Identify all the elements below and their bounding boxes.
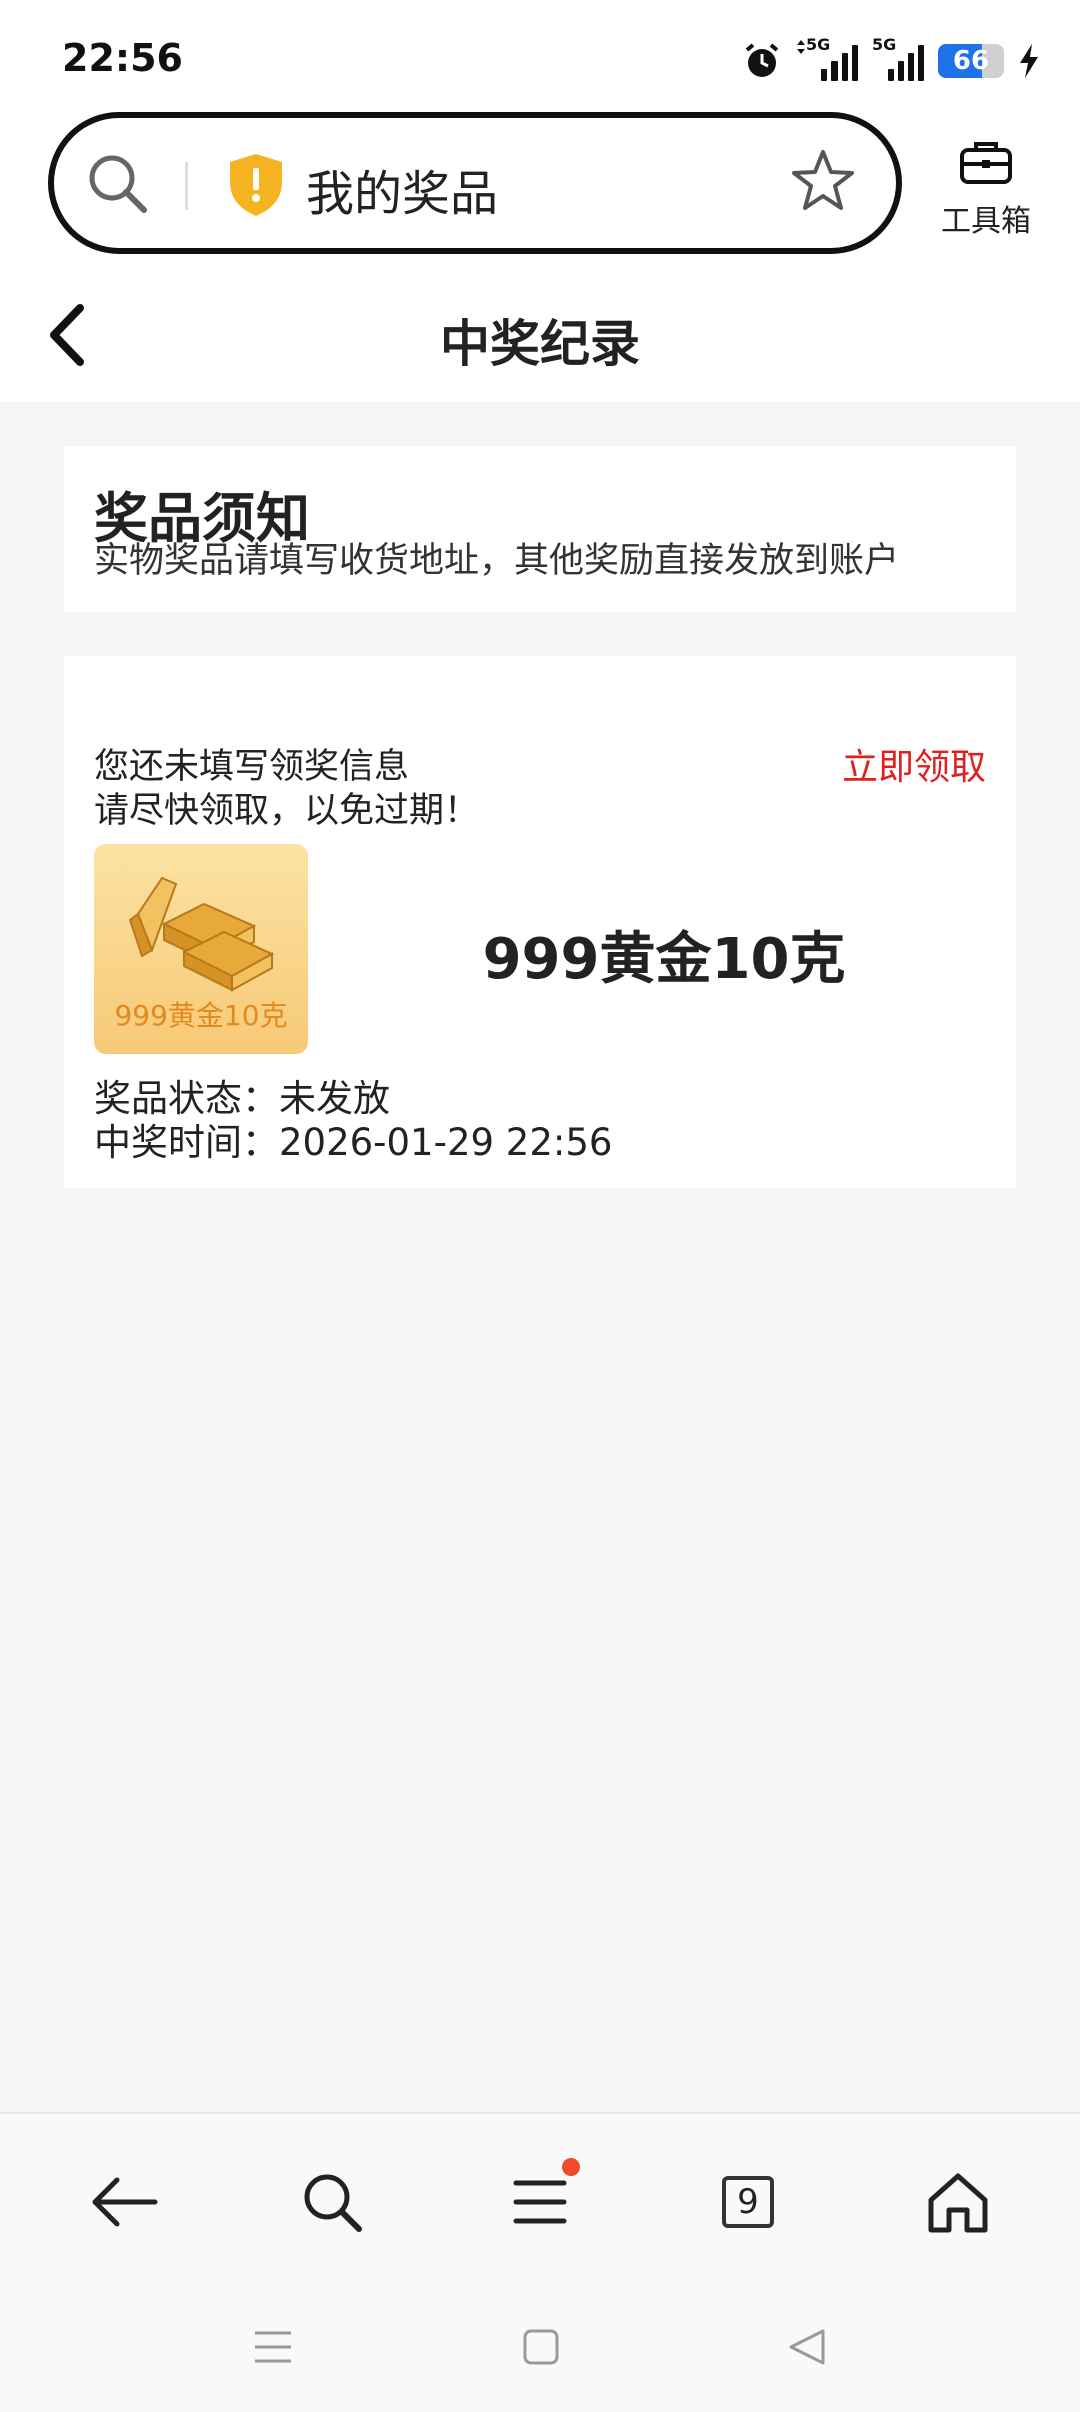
- toolbox-icon[interactable]: [958, 138, 1014, 186]
- prize-name: 999黄金10克: [482, 927, 846, 992]
- nav-home-button[interactable]: [918, 2162, 998, 2242]
- network-label: 5G: [872, 35, 897, 54]
- address-bar[interactable]: 我的奖品: [48, 112, 902, 254]
- notice-card: 奖品须知 实物奖品请填写收货地址，其他奖励直接发放到账户: [64, 446, 1016, 612]
- toolbox-button[interactable]: 工具箱: [930, 138, 1042, 240]
- claim-button[interactable]: 立即领取: [842, 738, 986, 790]
- nav-tabs-button[interactable]: 9: [708, 2162, 788, 2242]
- prize-thumbnail-caption: 999黄金10克: [114, 999, 288, 1032]
- status-time: 22:56: [62, 36, 183, 80]
- shield-warning-icon[interactable]: [226, 152, 286, 218]
- system-home-button[interactable]: [516, 2322, 566, 2372]
- address-title[interactable]: 我的奖品: [306, 154, 498, 224]
- prize-time-value: 2026-01-29 22:56: [279, 1121, 613, 1164]
- signal-icon: 5G: [796, 35, 858, 81]
- search-icon[interactable]: [299, 2169, 365, 2235]
- browser-bottom-nav: 9: [0, 2112, 1080, 2284]
- nav-menu-button[interactable]: [500, 2158, 580, 2242]
- battery-level: 66: [952, 46, 990, 76]
- recents-button[interactable]: [248, 2322, 298, 2372]
- menu-icon[interactable]: [510, 2175, 570, 2229]
- top-area: 22:56 5G 5G 66 我的奖品 工具箱 中奖纪录: [0, 0, 1080, 402]
- star-icon[interactable]: [790, 148, 856, 214]
- tabs-icon[interactable]: 9: [722, 2176, 774, 2228]
- charging-icon: [1020, 44, 1038, 78]
- home-square-icon[interactable]: [521, 2327, 561, 2367]
- back-triangle-icon[interactable]: [787, 2327, 827, 2367]
- search-icon[interactable]: [86, 152, 150, 216]
- toolbox-label: 工具箱: [941, 204, 1031, 239]
- gold-bars-icon: [128, 876, 275, 992]
- back-arrow-icon[interactable]: [89, 2174, 159, 2230]
- recents-icon[interactable]: [253, 2327, 293, 2367]
- status-icons: 5G 5G 66: [742, 35, 1040, 86]
- home-icon[interactable]: [925, 2170, 991, 2234]
- page-title: 中奖纪录: [440, 315, 640, 373]
- prize-message-line2: 请尽快领取，以免过期！: [94, 791, 480, 831]
- network-label: 5G: [806, 35, 831, 54]
- notice-description: 实物奖品请填写收货地址，其他奖励直接发放到账户: [94, 541, 900, 581]
- alarm-icon: [745, 43, 779, 77]
- prize-card: 您还未填写领奖信息 请尽快领取，以免过期！ 立即领取 999黄金10克 999黄…: [64, 656, 1016, 1188]
- battery-icon: 66: [938, 44, 1004, 78]
- divider: [185, 162, 188, 210]
- data-arrows-icon: [797, 40, 805, 54]
- signal-icon: 5G: [872, 35, 924, 81]
- nav-search-button[interactable]: [292, 2162, 372, 2242]
- system-nav: [0, 2282, 1080, 2412]
- prize-time: 中奖时间：2026-01-29 22:56: [94, 1112, 612, 1166]
- nav-back-button[interactable]: [84, 2162, 164, 2242]
- prize-thumbnail: 999黄金10克: [94, 844, 308, 1054]
- system-back-button[interactable]: [782, 2322, 832, 2372]
- notification-dot: [562, 2158, 580, 2176]
- prize-time-label: 中奖时间：: [94, 1121, 279, 1164]
